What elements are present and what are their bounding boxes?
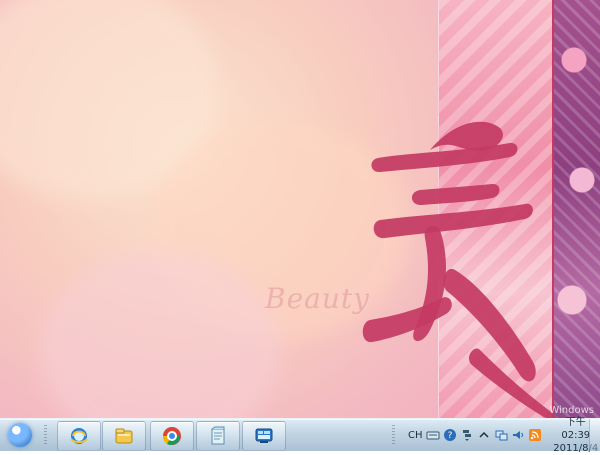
rss-icon xyxy=(528,429,541,441)
taskbar-grip xyxy=(392,425,395,445)
taskbar-button-notepad[interactable] xyxy=(196,421,240,451)
tray-volume-icon[interactable] xyxy=(511,427,525,443)
taskbar-grip xyxy=(44,425,47,445)
tray-keyboard-icon[interactable] xyxy=(426,427,440,443)
windows-explorer-icon xyxy=(115,428,133,444)
control-panel-icon xyxy=(255,428,273,443)
chevron-up-icon xyxy=(479,431,489,438)
taskbar-button-control-panel[interactable] xyxy=(242,421,286,451)
ime-options-icon xyxy=(462,430,471,441)
show-desktop-button[interactable] xyxy=(589,419,600,451)
svg-text:?: ? xyxy=(447,431,452,441)
google-chrome-icon xyxy=(162,427,181,445)
start-button[interactable] xyxy=(2,421,38,449)
tray-rss-icon[interactable] xyxy=(528,427,542,443)
keyboard-icon xyxy=(426,431,440,440)
windows-logo-icon xyxy=(8,423,32,447)
tray-network-icon[interactable] xyxy=(494,427,508,443)
taskbar-button-google-chrome[interactable] xyxy=(150,421,194,451)
tray-show-hidden-icons[interactable] xyxy=(477,427,491,443)
notepad-icon xyxy=(211,426,225,445)
tray-help-icon[interactable]: ? xyxy=(443,427,457,443)
language-indicator[interactable]: CH xyxy=(408,430,423,441)
network-icon xyxy=(495,430,508,441)
system-tray: CH ? 下午 02:39 2011/8/4 xyxy=(398,417,600,454)
desktop-wallpaper: Beauty Windows xyxy=(0,0,600,418)
help-icon: ? xyxy=(443,429,456,441)
taskbar-button-windows-explorer[interactable] xyxy=(102,421,146,451)
taskbar-button-internet-explorer[interactable] xyxy=(57,421,101,451)
internet-explorer-icon xyxy=(70,428,88,444)
wallpaper-beauty-text: Beauty xyxy=(265,282,370,315)
calligraphy-mark xyxy=(362,121,557,418)
windows-watermark: Windows xyxy=(549,405,594,416)
volume-icon xyxy=(512,431,523,439)
tray-ime-options-icon[interactable] xyxy=(460,427,474,443)
taskbar: CH ? 下午 02:39 2011/8/4 xyxy=(0,417,600,454)
